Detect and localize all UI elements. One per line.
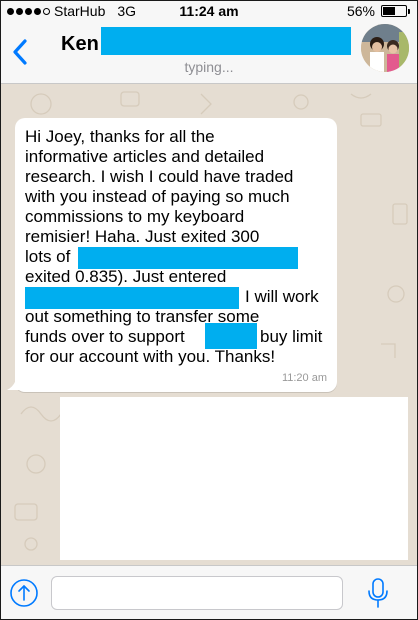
- microphone-icon[interactable]: [367, 577, 389, 609]
- message-line: exited 0.835). Just entered: [25, 267, 227, 286]
- chat-header: Ken typing...: [1, 21, 417, 84]
- redaction-block: [25, 287, 239, 309]
- message-line-group: funds over to support buy limit: [25, 323, 327, 349]
- contact-name[interactable]: Ken: [61, 33, 99, 56]
- message-line: Hi Joey, thanks for all the: [25, 127, 215, 146]
- message-line-group: I will work: [25, 287, 327, 309]
- message-line: informative articles and detailed: [25, 147, 265, 166]
- phone-screen: StarHub 3G 11:24 am 56% Ken typing... Hi…: [0, 0, 418, 620]
- incoming-message-bubble[interactable]: Hi Joey, thanks for all the informative …: [15, 118, 337, 392]
- message-line: lots of: [25, 247, 71, 266]
- message-input-bar: [1, 565, 417, 619]
- message-line: research. I wish I could have traded: [25, 167, 294, 186]
- chat-area[interactable]: Hi Joey, thanks for all the informative …: [1, 84, 417, 565]
- redaction-block: [101, 27, 351, 55]
- blank-redaction-area: [60, 397, 408, 560]
- message-line: out something to transfer some: [25, 307, 260, 326]
- avatar[interactable]: [361, 24, 409, 72]
- redaction-block: [78, 247, 298, 269]
- avatar-photo: [361, 24, 409, 72]
- status-bar: StarHub 3G 11:24 am 56%: [1, 1, 417, 21]
- message-line: with you instead of paying so much: [25, 187, 290, 206]
- message-line: for our account with you. Thanks!: [25, 347, 276, 366]
- bubble-tail: [7, 370, 27, 390]
- typing-status: typing...: [184, 59, 234, 75]
- message-line: remisier! Haha. Just exited 300: [25, 227, 260, 246]
- message-line: commissions to my keyboard: [25, 207, 245, 226]
- message-line: funds over to support: [25, 327, 185, 346]
- status-right: 56%: [346, 3, 410, 19]
- message-timestamp: 11:20 am: [281, 372, 327, 384]
- battery-percent: 56%: [346, 3, 375, 19]
- message-line: I will work: [245, 287, 319, 306]
- message-input[interactable]: [51, 576, 343, 610]
- battery-fill: [383, 7, 396, 15]
- message-line: buy limit: [260, 327, 323, 346]
- redaction-block: [205, 323, 257, 349]
- arrow-up-circle-icon[interactable]: [9, 578, 39, 608]
- message-line-group: lots of: [25, 247, 327, 269]
- battery-icon: [381, 5, 410, 17]
